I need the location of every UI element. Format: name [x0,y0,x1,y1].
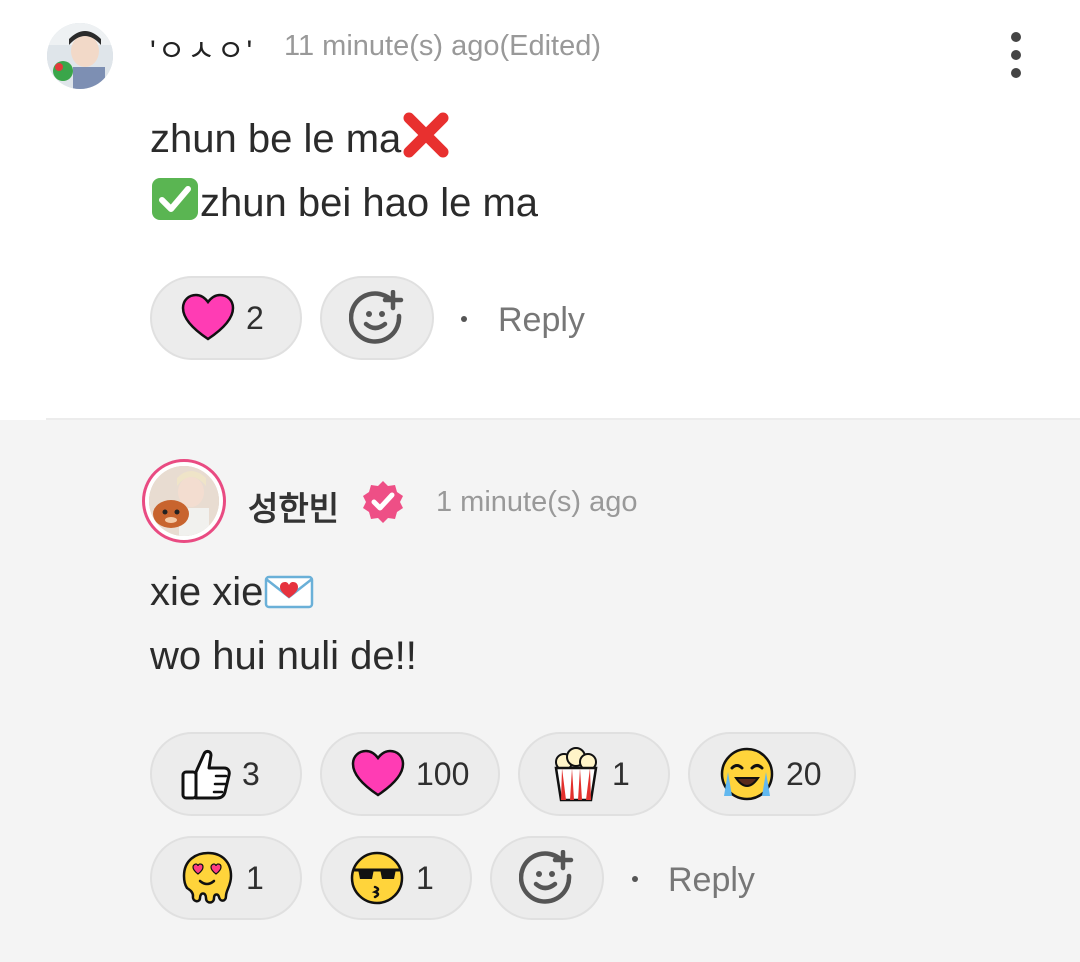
crying-face-icon [718,746,776,802]
reaction-heart[interactable]: 2 [150,276,302,360]
reply-button[interactable]: Reply [498,301,585,340]
check-mark-icon [150,176,200,232]
comment-text-line: zhun bei hao le ma [150,176,538,232]
comment-text: zhun be le ma [150,117,402,161]
reaction-crying[interactable]: 20 [688,732,856,816]
add-emoji-icon [519,850,575,906]
comment-text: xie xie [150,570,264,614]
reaction-count: 2 [246,299,264,336]
love-letter-icon [263,571,315,621]
thumbs-up-icon [180,746,232,802]
melting-heart-eyes-icon [178,850,236,906]
add-reaction-button[interactable] [320,276,434,360]
timestamp: 1 minute(s) ago [436,486,638,518]
verified-badge-icon [360,479,406,530]
reaction-melting-heart-eyes[interactable]: 1 [150,836,302,920]
avatar[interactable] [47,23,113,89]
cross-mark-icon [401,112,451,168]
separator-dot [632,876,638,882]
reaction-thumbs-up[interactable]: 3 [150,732,302,816]
username[interactable]: 'ㅇㅅㅇ' [150,26,254,70]
add-emoji-icon [349,290,405,346]
comment-text-line: zhun be le ma [150,112,451,168]
reaction-count: 100 [416,755,470,792]
reaction-count: 1 [416,859,434,896]
reaction-count: 1 [612,755,630,792]
heart-icon [180,293,236,343]
more-options-icon[interactable] [1003,30,1029,80]
reaction-sunglasses-kiss[interactable]: 1 [320,836,472,920]
separator-dot [461,316,467,322]
avatar[interactable] [149,466,219,536]
reaction-count: 20 [786,755,822,792]
reply-button[interactable]: Reply [668,861,755,900]
popcorn-icon [550,746,602,802]
reaction-popcorn[interactable]: 1 [518,732,670,816]
heart-icon [350,749,406,799]
sunglasses-kiss-icon [348,850,406,906]
comment-text-line: xie xie [150,570,315,621]
comment-text: wo hui nuli de!! [150,634,417,678]
reaction-count: 1 [246,859,264,896]
timestamp: 11 minute(s) ago(Edited) [284,30,602,62]
reaction-heart[interactable]: 100 [320,732,500,816]
comment-text: zhun bei hao le ma [200,181,539,225]
username[interactable]: 성한빈 [248,482,339,530]
reaction-count: 3 [242,755,260,792]
add-reaction-button[interactable] [490,836,604,920]
